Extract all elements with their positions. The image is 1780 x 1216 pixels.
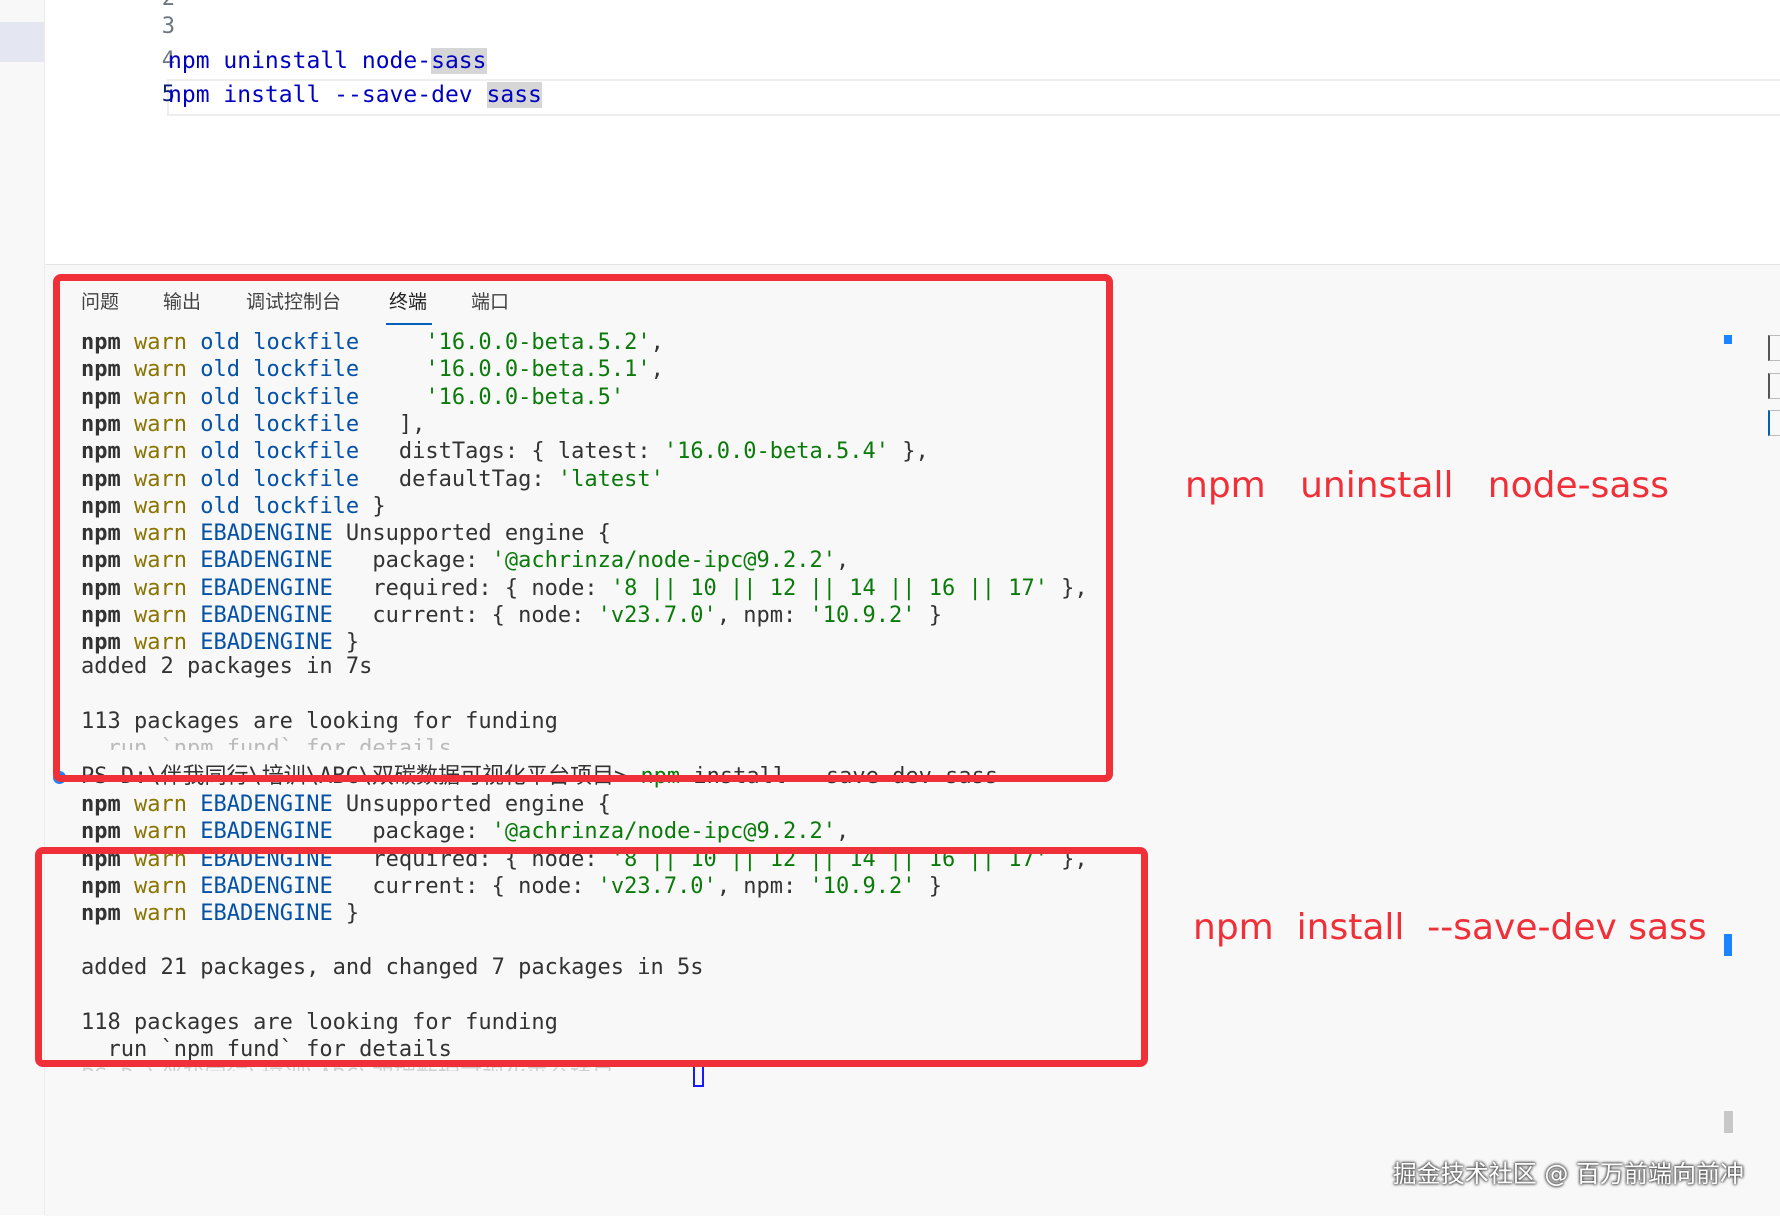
editor-line-current: 5 npm install --save-dev sass bbox=[45, 79, 1780, 116]
code-highlight: sass bbox=[431, 48, 487, 74]
terminal-list-item[interactable] bbox=[1768, 335, 1780, 361]
terminal-line: npm warn EBADENGINE Unsupported engine { bbox=[81, 790, 611, 820]
warn-code: EBADENGINE bbox=[200, 819, 333, 845]
scroll-marker bbox=[1724, 934, 1732, 956]
npm-prefix: npm bbox=[81, 819, 121, 845]
annotation-note-install: npm install --save-dev sass bbox=[1193, 907, 1707, 948]
string-value: '@achrinza/node-ipc@9.2.2' bbox=[491, 819, 837, 845]
editor-line: 4 npm uninstall node-sass bbox=[45, 45, 1780, 79]
code-editor[interactable]: 2 3 4 npm uninstall node-sass 5 npm inst… bbox=[45, 0, 1780, 262]
annotation-note-uninstall: npm uninstall node-sass bbox=[1185, 465, 1669, 506]
code-highlight: sass bbox=[486, 82, 542, 108]
line-number: 5 bbox=[161, 82, 175, 107]
line-number: 4 bbox=[161, 48, 175, 73]
annotation-box-install bbox=[35, 847, 1148, 1067]
terminal-text: , bbox=[836, 819, 850, 845]
line-number: 2 bbox=[105, 0, 175, 11]
warn-code: EBADENGINE bbox=[200, 792, 333, 817]
npm-prefix: npm bbox=[81, 792, 121, 817]
terminal-text: package: bbox=[332, 819, 492, 845]
scroll-marker bbox=[1724, 335, 1732, 344]
warn-label: warn bbox=[134, 792, 187, 817]
code-segment: npm install --save-dev bbox=[168, 82, 487, 108]
code-text[interactable]: npm uninstall node-sass bbox=[168, 48, 487, 74]
terminal-list-item-active[interactable] bbox=[1768, 410, 1780, 436]
terminal-line: npm warn EBADENGINE package: '@achrinza/… bbox=[81, 817, 849, 847]
line-number: 3 bbox=[161, 14, 175, 39]
code-text[interactable]: npm install --save-dev sass bbox=[168, 82, 542, 108]
watermark: 掘金技术社区 @ 百万前端向前冲 bbox=[1392, 1160, 1744, 1188]
code-segment: npm uninstall node- bbox=[168, 48, 432, 74]
annotation-box-uninstall bbox=[53, 274, 1113, 782]
terminal-list-item[interactable] bbox=[1768, 373, 1780, 399]
warn-label: warn bbox=[134, 819, 187, 845]
scrollbar-thumb[interactable] bbox=[1724, 1111, 1733, 1133]
activity-selected-item[interactable] bbox=[0, 22, 44, 62]
editor-line: 3 bbox=[45, 11, 1780, 45]
terminal-text: Unsupported engine { bbox=[332, 792, 611, 817]
